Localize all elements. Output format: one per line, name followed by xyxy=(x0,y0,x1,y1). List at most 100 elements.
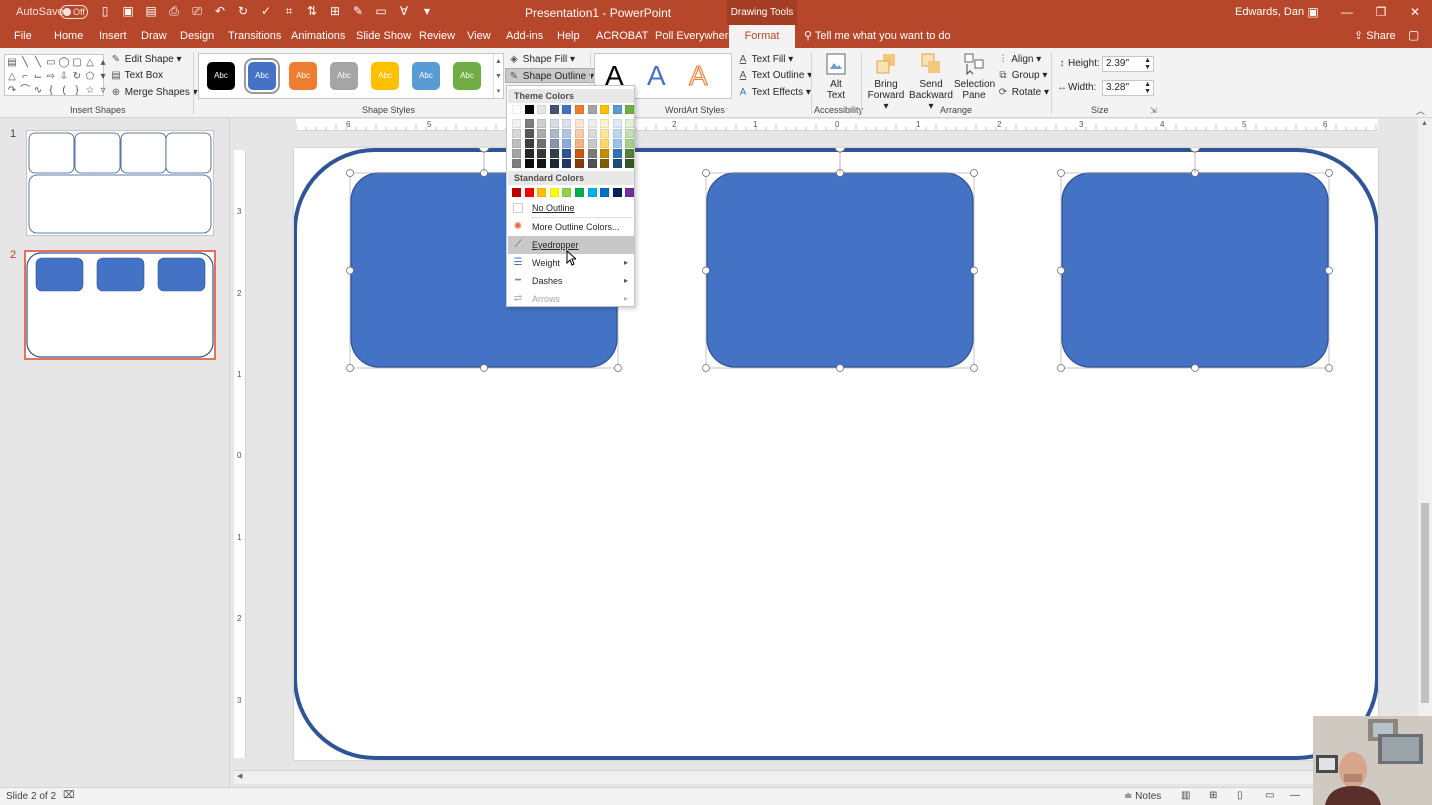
theme-tint-swatch[interactable] xyxy=(524,119,534,128)
shape-outline-menu[interactable]: Theme Colors Standard Colors No Outline … xyxy=(506,85,635,307)
standard-color-swatch[interactable] xyxy=(587,188,597,197)
sort-icon[interactable]: ⇅ xyxy=(305,4,319,18)
theme-tint-swatch[interactable] xyxy=(524,129,534,138)
no-outline-item[interactable]: No Outline xyxy=(508,199,634,217)
spelling-status-icon[interactable]: ⌧ xyxy=(63,790,75,801)
theme-tint-swatch[interactable] xyxy=(600,149,610,158)
theme-tint-swatch[interactable] xyxy=(587,129,597,138)
rounded-rect-shape-icon[interactable]: ▢ xyxy=(71,56,83,69)
undo-icon[interactable]: ↶ xyxy=(213,4,227,18)
standard-color-swatch[interactable] xyxy=(600,188,610,197)
elbow-shape-icon[interactable]: ⌐ xyxy=(19,70,31,83)
resize-handle[interactable] xyxy=(702,169,710,177)
theme-tint-swatch[interactable] xyxy=(549,149,559,158)
shape-style-blue[interactable]: Abc xyxy=(244,58,280,94)
theme-tint-swatch[interactable] xyxy=(562,159,572,168)
theme-tint-swatch[interactable] xyxy=(625,119,635,128)
tab-review[interactable]: Review xyxy=(415,25,459,48)
tab-view[interactable]: View xyxy=(463,25,495,48)
triangle-shape-icon[interactable]: △ xyxy=(84,56,96,69)
shape-more-icon[interactable]: ▿ xyxy=(97,84,109,97)
tab-slide-show[interactable]: Slide Show xyxy=(352,25,415,48)
theme-tint-swatch[interactable] xyxy=(524,149,534,158)
tell-me-search[interactable]: ⚲ Tell me what you want to do xyxy=(804,25,951,48)
line2-shape-icon[interactable]: ╲ xyxy=(32,56,44,69)
theme-tint-swatch[interactable] xyxy=(549,119,559,128)
resize-handle[interactable] xyxy=(1057,364,1065,372)
resize-handle[interactable] xyxy=(970,266,978,275)
scroll-up-arrow-icon[interactable]: ▲ xyxy=(1421,120,1428,127)
standard-color-swatch[interactable] xyxy=(524,188,534,197)
theme-tint-swatch[interactable] xyxy=(575,149,584,158)
notes-button[interactable]: ≐ Notes xyxy=(1124,791,1161,802)
theme-color-swatch[interactable] xyxy=(549,105,559,114)
share-button[interactable]: ⇪ Share xyxy=(1354,25,1396,48)
theme-color-swatch[interactable] xyxy=(612,105,622,114)
resize-handle[interactable] xyxy=(1325,266,1333,275)
standard-color-swatch[interactable] xyxy=(537,188,547,197)
selected-shape-3[interactable] xyxy=(1060,172,1330,369)
pen-icon[interactable]: ∀ xyxy=(397,4,411,18)
theme-tint-swatch[interactable] xyxy=(625,159,635,168)
wordart-style-orange-outline[interactable]: A xyxy=(689,59,709,93)
save-icon[interactable]: ▣ xyxy=(121,4,135,18)
shape-style-gray[interactable]: Abc xyxy=(330,62,358,90)
theme-tint-swatch[interactable] xyxy=(512,149,521,158)
print-preview-icon[interactable]: ⎙ xyxy=(167,4,181,18)
theme-color-swatch[interactable] xyxy=(575,105,584,114)
normal-view-icon[interactable]: ▥ xyxy=(1181,790,1190,801)
shape-style-black[interactable]: Abc xyxy=(207,62,235,90)
arrow-down-shape-icon[interactable]: ⇩ xyxy=(58,70,70,83)
merge-shapes-button[interactable]: ⊕ Merge Shapes ▾ xyxy=(110,85,198,100)
shape-outline-button[interactable]: ✎ Shape Outline ▾ xyxy=(505,68,598,83)
width-spinner-icon[interactable]: ▲ ▼ xyxy=(1144,81,1151,95)
draw-icon[interactable]: ✎ xyxy=(351,4,365,18)
theme-tint-swatch[interactable] xyxy=(612,159,622,168)
resize-handle[interactable] xyxy=(346,364,354,372)
theme-tint-swatch[interactable] xyxy=(625,129,635,138)
tab-animations[interactable]: Animations xyxy=(287,25,349,48)
standard-color-swatch[interactable] xyxy=(575,188,584,197)
theme-tint-swatch[interactable] xyxy=(512,159,521,168)
send-backward-button[interactable]: Send Backward ▾ xyxy=(907,52,955,112)
tab-poll-everywhere[interactable]: Poll Everywhere xyxy=(651,25,738,48)
resize-handle[interactable] xyxy=(1325,169,1333,177)
corner-shape-icon[interactable]: ⌙ xyxy=(32,70,44,83)
shape-scroll-down-icon[interactable]: ▾ xyxy=(97,70,109,83)
resize-handle[interactable] xyxy=(480,364,488,372)
resize-handle[interactable] xyxy=(1191,364,1199,372)
theme-color-swatch[interactable] xyxy=(512,105,521,114)
paren-shape-icon[interactable]: ( xyxy=(58,84,70,97)
brace-left-shape-icon[interactable]: { xyxy=(45,84,57,97)
dashes-item[interactable]: ┅ Dashes ▸ xyxy=(508,272,634,290)
oval-shape-icon[interactable]: ◯ xyxy=(58,56,70,69)
theme-tint-swatch[interactable] xyxy=(562,149,572,158)
theme-tint-swatch[interactable] xyxy=(512,129,521,138)
cycle-shape-icon[interactable]: ↻ xyxy=(71,70,83,83)
theme-tint-swatch[interactable] xyxy=(562,119,572,128)
resize-handle[interactable] xyxy=(614,364,622,372)
theme-tint-swatch[interactable] xyxy=(612,139,622,148)
tab-draw[interactable]: Draw xyxy=(137,25,171,48)
wordart-style-blue[interactable]: A xyxy=(647,59,666,93)
slide-sorter-icon[interactable]: ⊞ xyxy=(1209,790,1217,801)
tab-acrobat[interactable]: ACROBAT xyxy=(592,25,652,48)
collapse-ribbon-icon[interactable]: ︿ xyxy=(1416,104,1425,117)
resize-handle[interactable] xyxy=(1057,169,1065,177)
rounded-rectangle-2[interactable] xyxy=(706,172,974,368)
vertical-scrollbar[interactable]: ▲ xyxy=(1418,118,1432,787)
theme-color-swatch[interactable] xyxy=(587,105,597,114)
theme-tint-swatch[interactable] xyxy=(587,149,597,158)
theme-tint-swatch[interactable] xyxy=(537,139,547,148)
new-file-icon[interactable]: ▯ xyxy=(98,4,112,18)
shape-scroll-up-icon[interactable]: ▴ xyxy=(97,56,109,69)
edit-shape-button[interactable]: ✎ Edit Shape ▾ xyxy=(110,52,182,67)
theme-tint-swatch[interactable] xyxy=(600,119,610,128)
theme-tint-swatch[interactable] xyxy=(562,139,572,148)
scroll-up-icon[interactable]: ▲ xyxy=(495,58,502,65)
theme-tint-swatch[interactable] xyxy=(575,129,584,138)
resize-handle[interactable] xyxy=(1325,364,1333,372)
resize-handle[interactable] xyxy=(346,266,354,275)
autosave-toggle[interactable]: Off xyxy=(60,5,88,19)
selected-shape-2[interactable] xyxy=(705,172,975,369)
